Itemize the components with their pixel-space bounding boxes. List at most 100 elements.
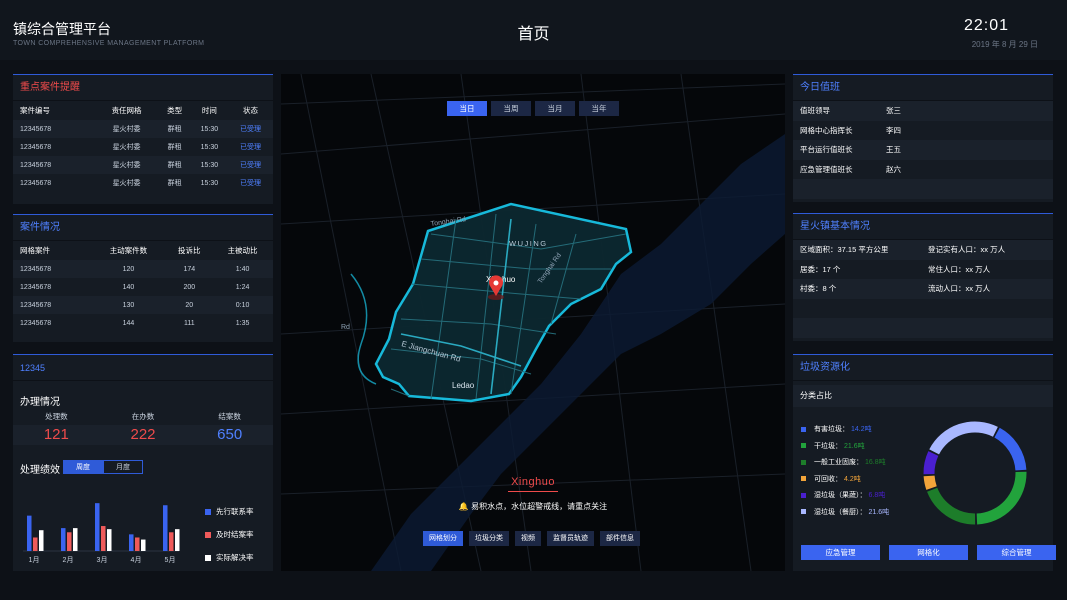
table-row[interactable]: 12345678 星火村委 群租 15:30 已受理 bbox=[13, 138, 273, 156]
legend-swatch bbox=[205, 554, 211, 561]
table-row[interactable]: 12345678 144 111 1:35 bbox=[13, 314, 273, 332]
table-row[interactable]: 12345678 140 200 1:24 bbox=[13, 278, 273, 296]
duty-name: 李四 bbox=[886, 125, 901, 135]
legend-label: 及时结案率 bbox=[216, 530, 254, 539]
tab-week[interactable]: 当周 bbox=[491, 101, 531, 116]
bar bbox=[27, 515, 32, 551]
bar bbox=[33, 537, 38, 551]
waste-legend-item: 湿垃圾（餐厨）： 21.6吨 bbox=[801, 504, 889, 521]
header: 镇综合管理平台 TOWN COMPREHENSIVE MANAGEMENT PL… bbox=[0, 0, 1067, 60]
tab-weekly[interactable]: 周度 bbox=[63, 460, 103, 474]
key-case-alerts-panel: 重点案件提醒 案件编号 责任网格 类型 时间 状态 12345678 星火村委 群租 15:3… bbox=[13, 74, 273, 204]
column-header: 网格案件 bbox=[20, 246, 50, 255]
waste-category-label: 湿垃圾（果蔬）： bbox=[814, 492, 867, 500]
waste-category-value: 16.8吨 bbox=[865, 459, 886, 467]
table-row[interactable]: 12345678 130 20 0:10 bbox=[13, 296, 273, 314]
grid-management-button[interactable]: 网格化 bbox=[889, 545, 968, 560]
waste-category-label: 一般工业固废： bbox=[814, 459, 863, 467]
legend-swatch bbox=[801, 459, 806, 465]
bell-icon: 🔔 bbox=[458, 502, 469, 511]
table-cell: 1:35 bbox=[235, 319, 250, 327]
legend-label: 实际解决率 bbox=[216, 553, 254, 562]
waste-recycling-panel: 垃圾资源化 分类占比 有害垃圾： 14.2吨 干垃圾： 21.6吨 一般工业固废： 16.… bbox=[793, 354, 1056, 571]
town-info-list: 区域面积：37.15 平方公里 登记实有人口：xx 万人 居委：17 个 常住人口：… bbox=[793, 240, 1053, 338]
duty-row-empty bbox=[793, 179, 1053, 199]
tab-month[interactable]: 当月 bbox=[535, 101, 575, 116]
tab-monthly[interactable]: 月度 bbox=[103, 460, 143, 474]
panel-title: 重点案件提醒 bbox=[13, 75, 273, 101]
legend-swatch bbox=[801, 492, 806, 498]
column-header: 案件编号 bbox=[20, 106, 50, 115]
panel-title: 星火镇基本情况 bbox=[793, 214, 1053, 240]
alert-message: 🔔 易积水点，水位超警戒线，请重点关注 bbox=[281, 501, 785, 512]
town-info-row-empty bbox=[793, 299, 1053, 319]
legend-item: 实际解决率 bbox=[205, 546, 254, 569]
handling-title: 办理情况 bbox=[20, 397, 60, 408]
legend-item: 及时结案率 bbox=[205, 523, 254, 546]
column-header: 时间 bbox=[201, 106, 217, 115]
table-cell: 12345678 bbox=[13, 156, 95, 174]
table-cell: 0:10 bbox=[212, 296, 273, 314]
town-info-right: 登记实有人口：xx 万人 bbox=[928, 245, 1006, 254]
column-header: 主动案件数 bbox=[109, 246, 148, 255]
map-caption: Xinghuo bbox=[511, 476, 555, 488]
town-info-left: 村委：8 个 bbox=[800, 284, 837, 293]
performance-bar-chart: 1月 2月 3月 4月 5月 bbox=[23, 503, 180, 564]
x-tick-label: 2月 bbox=[63, 556, 74, 564]
supervisor-track-button[interactable]: 监督员轨迹 bbox=[547, 531, 594, 546]
comprehensive-management-button[interactable]: 综合管理 bbox=[977, 545, 1056, 560]
duty-name: 张三 bbox=[886, 106, 901, 115]
map-layer-buttons: 网格划分 垃圾分类 视频 监督员轨迹 部件信息 bbox=[423, 531, 640, 546]
waste-category-value: 6.8吨 bbox=[868, 492, 886, 500]
waste-legend-item: 有害垃圾： 14.2吨 bbox=[801, 421, 889, 438]
column-header: 主被动比 bbox=[227, 246, 258, 255]
town-info-left: 区域面积：37.15 平方公里 bbox=[800, 245, 889, 254]
table-row[interactable]: 12345678 星火村委 群租 15:30 已受理 bbox=[13, 174, 273, 192]
bar bbox=[95, 503, 100, 551]
panel-title: 垃圾资源化 bbox=[793, 355, 1053, 381]
component-info-button[interactable]: 部件信息 bbox=[600, 531, 640, 546]
panel-title: 12345 bbox=[13, 355, 273, 381]
alerts-table: 案件编号 责任网格 类型 时间 状态 12345678 星火村委 群租 15:30 已受理 123… bbox=[13, 101, 273, 192]
waste-category-value: 4.2吨 bbox=[844, 475, 861, 483]
bar bbox=[39, 530, 44, 551]
legend-swatch bbox=[801, 476, 806, 482]
cases-table: 网格案件 主动案件数 投诉比 主被动比 12345678 120 174 1:40 12345… bbox=[13, 241, 273, 332]
bar bbox=[73, 528, 78, 551]
video-button[interactable]: 视频 bbox=[515, 531, 541, 546]
table-cell: 130 bbox=[90, 296, 167, 314]
table-row[interactable]: 12345678 120 174 1:40 bbox=[13, 260, 273, 278]
donut-slice bbox=[994, 427, 1027, 471]
performance-title: 处理绩效 bbox=[20, 465, 60, 476]
table-cell: 群租 bbox=[158, 156, 191, 174]
town-info-right: 流动人口：xx 万人 bbox=[928, 284, 991, 293]
performance-tabs: 周度 月度 bbox=[63, 460, 143, 474]
duty-role: 应急管理值班长 bbox=[800, 164, 853, 174]
donut-slice bbox=[927, 487, 976, 525]
tab-year[interactable]: 当年 bbox=[579, 101, 619, 116]
town-info-left: 居委：17 个 bbox=[800, 264, 841, 274]
donut-slice bbox=[929, 421, 998, 455]
waste-category-label: 湿垃圾（餐厨）： bbox=[814, 508, 867, 516]
status-cell: 已受理 bbox=[228, 120, 273, 138]
table-cell: 120 bbox=[90, 260, 167, 278]
tab-today[interactable]: 当日 bbox=[447, 101, 487, 116]
grid-division-button[interactable]: 网格划分 bbox=[423, 531, 463, 546]
legend-swatch bbox=[205, 508, 211, 515]
bar bbox=[101, 526, 106, 551]
map-label-district-2: Ledao bbox=[452, 381, 475, 390]
bar bbox=[141, 539, 146, 551]
table-cell: 15:30 bbox=[200, 143, 219, 151]
bar bbox=[135, 537, 140, 551]
x-tick-label: 3月 bbox=[97, 556, 108, 564]
panel-title: 案件情况 bbox=[13, 215, 273, 241]
table-row[interactable]: 12345678 星火村委 群租 15:30 已受理 bbox=[13, 120, 273, 138]
donut-slice bbox=[923, 475, 937, 490]
table-row[interactable]: 12345678 星火村委 群租 15:30 已受理 bbox=[13, 156, 273, 174]
waste-category-value: 21.6吨 bbox=[844, 442, 865, 450]
module-buttons: 应急管理 网格化 综合管理 bbox=[801, 545, 1056, 560]
emergency-management-button[interactable]: 应急管理 bbox=[801, 545, 880, 560]
district-map[interactable]: Tonghai Rd Tonghai Rd WUJING Xinghuo E J… bbox=[281, 74, 785, 571]
x-tick-label: 1月 bbox=[29, 556, 40, 564]
waste-sorting-button[interactable]: 垃圾分类 bbox=[469, 531, 509, 546]
